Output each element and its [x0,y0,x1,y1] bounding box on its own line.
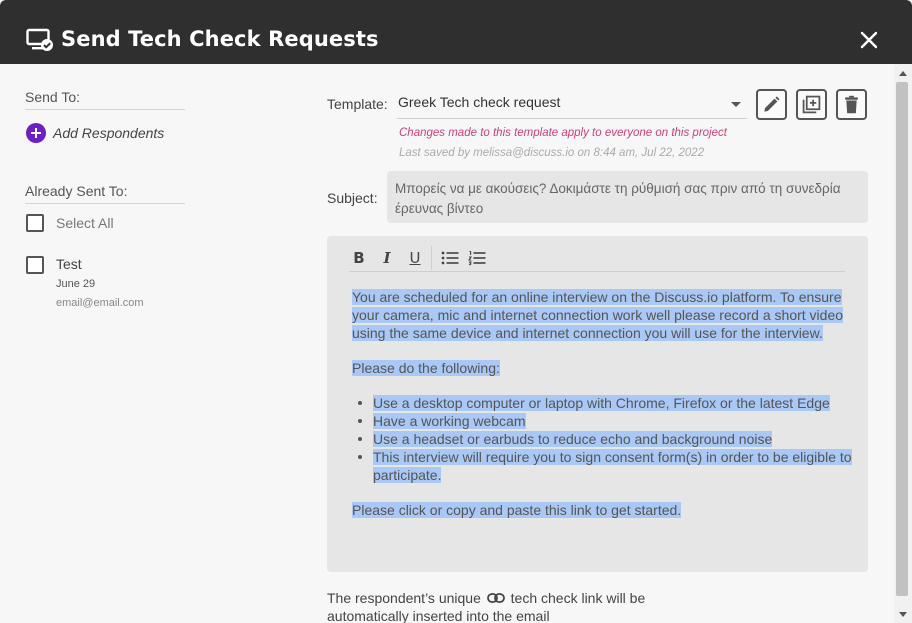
select-all-checkbox[interactable] [26,214,44,232]
duplicate-template-button[interactable] [796,89,827,120]
send-to-label: Send To: [25,89,185,110]
pencil-icon [764,96,780,112]
scroll-down-arrow-icon[interactable] [899,612,907,617]
monitor-check-icon [26,28,53,51]
scroll-up-arrow-icon[interactable] [899,71,907,76]
bold-button[interactable]: B [349,248,369,268]
bullet-list-icon [441,251,459,265]
already-sent-label: Already Sent To: [25,183,185,204]
close-icon[interactable] [857,28,881,52]
scrollbar[interactable] [894,64,912,623]
respondent-date: June 29 [56,278,96,290]
template-select[interactable]: Greek Tech check request [397,91,747,119]
toolbar-divider [431,246,432,270]
italic-button[interactable]: I [377,248,397,268]
list-item: Use a desktop computer or laptop with Ch… [352,394,852,412]
delete-template-button[interactable] [836,89,867,120]
duplicate-icon [802,95,821,114]
modal-title: Send Tech Check Requests [61,27,379,51]
underline-button[interactable]: U [405,248,425,268]
modal-header: Send Tech Check Requests [0,0,912,64]
numbered-list-button[interactable] [467,248,487,268]
edit-template-button[interactable] [756,89,787,120]
respondent-email: email@email.com [56,297,144,309]
select-all-label: Select All [56,215,114,231]
trash-icon [845,95,858,114]
chevron-down-icon [731,102,741,107]
tech-check-link-note: The respondent’s unique tech check link … [327,590,646,623]
bullet-list-button[interactable] [440,248,460,268]
template-selected-value: Greek Tech check request [398,94,561,110]
plus-circle-icon [26,123,46,143]
respondent-name: Test [56,256,82,272]
respondent-checkbox[interactable] [26,256,44,274]
template-last-saved: Last saved by melissa@discuss.io on 8:44… [399,147,705,159]
subject-input[interactable]: Μπορείς να με ακούσεις? Δοκιμάστε τη ρύθ… [387,171,868,223]
editor-content[interactable]: You are scheduled for an online intervie… [352,288,852,519]
email-body-editor[interactable]: B I U You are scheduled for an online in… [327,236,868,572]
add-respondents-label: Add Respondents [53,125,165,141]
instructions-list: Use a desktop computer or laptop with Ch… [352,394,852,484]
numbered-list-icon [467,250,486,266]
template-warning: Changes made to this template apply to e… [399,127,727,139]
modal-body: Send To: Add Respondents Already Sent To… [0,64,894,623]
template-label: Template: [327,96,388,112]
intro-paragraph: You are scheduled for an online intervie… [352,289,844,341]
closing-paragraph: Please click or copy and paste this link… [352,502,682,518]
list-item: Use a headset or earbuds to reduce echo … [352,430,852,448]
subject-label: Subject: [327,190,378,206]
scrollbar-thumb[interactable] [896,82,908,596]
link-icon [486,593,505,603]
list-item: Have a working webcam [352,412,852,430]
instructions-heading: Please do the following: [352,360,500,376]
editor-toolbar: B I U [349,246,845,272]
list-item: This interview will require you to sign … [352,448,852,484]
add-respondents-button[interactable]: Add Respondents [26,123,164,143]
